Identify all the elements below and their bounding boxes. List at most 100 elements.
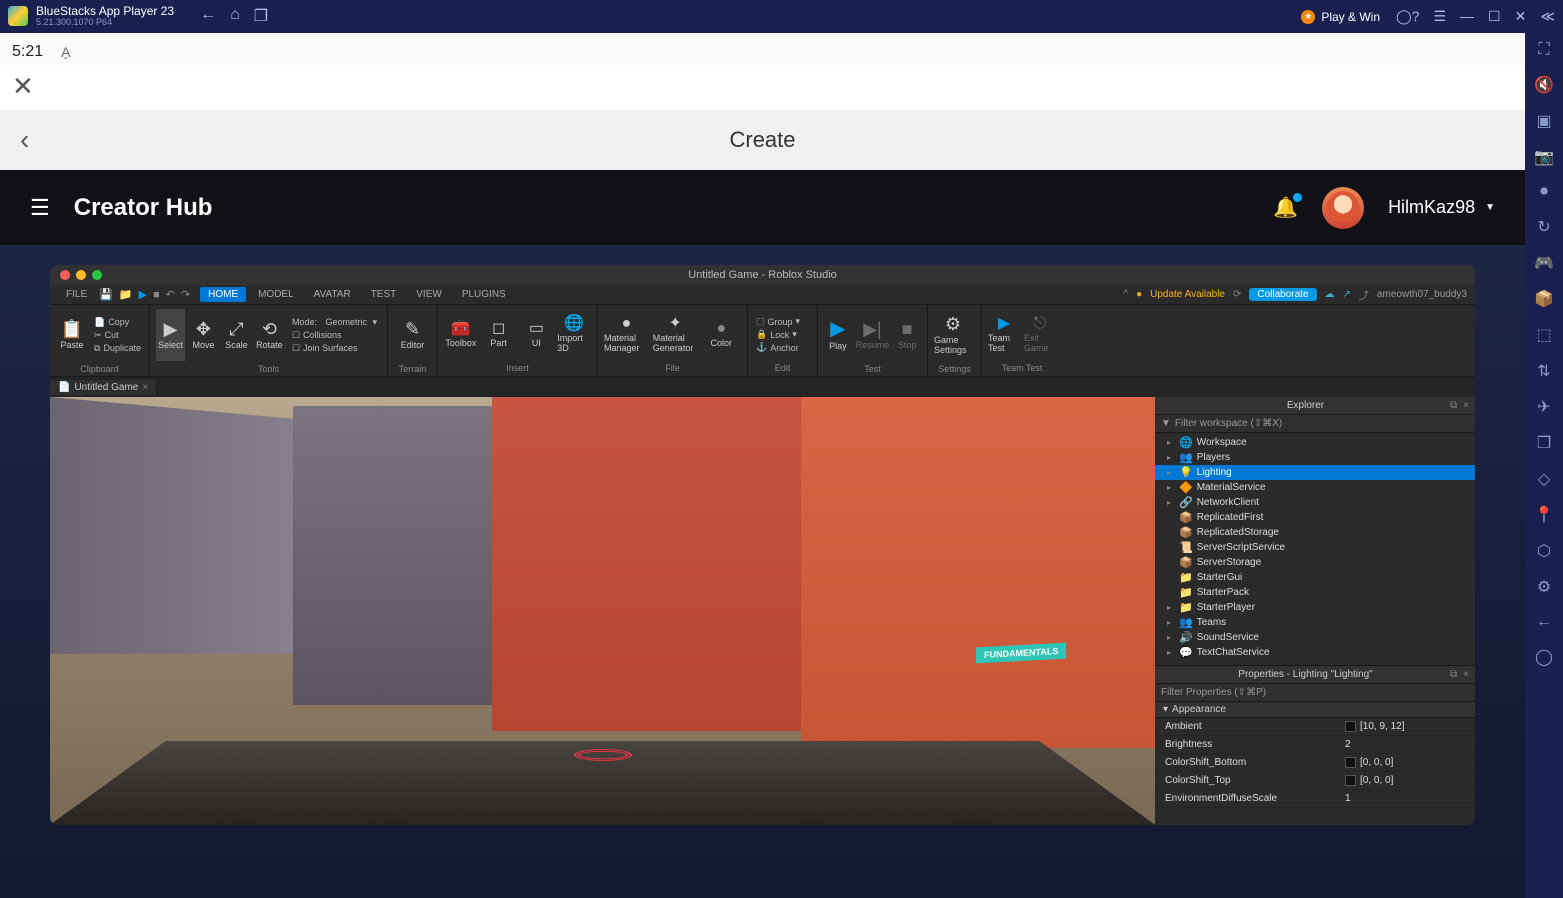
ui-button[interactable]: ▭UI: [520, 321, 554, 348]
mode-dropdown[interactable]: Mode: Geometric ▾: [292, 317, 377, 328]
refresh-icon[interactable]: ⟳: [1233, 289, 1241, 300]
tree-item-lighting[interactable]: ▸💡Lighting: [1155, 465, 1475, 480]
play-icon[interactable]: ▶: [139, 288, 147, 301]
undock-icon[interactable]: ⧉: [1450, 669, 1457, 680]
property-value[interactable]: 1: [1345, 793, 1465, 804]
undo-icon[interactable]: ↶: [166, 288, 175, 301]
tree-caret-icon[interactable]: ▸: [1167, 453, 1175, 462]
tree-item-starterpack[interactable]: 📁StarterPack: [1155, 585, 1475, 600]
home-nav-icon[interactable]: ◯: [1535, 647, 1553, 667]
collapse-icon[interactable]: ≪: [1540, 8, 1555, 25]
close-icon[interactable]: ✕: [12, 71, 34, 101]
cut-button[interactable]: ✂ Cut: [94, 330, 141, 341]
mac-minimize-icon[interactable]: [76, 270, 86, 280]
color-button[interactable]: ●Color: [702, 321, 741, 348]
volume-icon[interactable]: 🔇: [1534, 75, 1554, 95]
explorer-filter-input[interactable]: ▼Filter workspace (⇧⌘X): [1155, 415, 1475, 433]
material-generator-button[interactable]: ✦Material Generator: [653, 316, 698, 353]
tree-caret-icon[interactable]: ▸: [1167, 648, 1175, 657]
sync-icon[interactable]: ↗: [1343, 289, 1351, 300]
join-surfaces-toggle[interactable]: ☐ Join Surfaces: [292, 343, 377, 354]
property-row-ambient[interactable]: Ambient[10, 9, 12]: [1155, 718, 1475, 736]
menu-icon[interactable]: ☰: [1433, 8, 1446, 25]
tree-item-workspace[interactable]: ▸🌐Workspace: [1155, 435, 1475, 450]
select-tool[interactable]: ▶Select: [156, 309, 185, 361]
notifications-icon[interactable]: 🔔: [1273, 195, 1298, 220]
group-button[interactable]: ⬚ Group ▾: [756, 316, 800, 327]
collaborate-button[interactable]: Collaborate: [1249, 288, 1316, 301]
tree-item-materialservice[interactable]: ▸🔶MaterialService: [1155, 480, 1475, 495]
save-icon[interactable]: 💾: [99, 288, 113, 301]
folder-icon[interactable]: 📁: [119, 288, 133, 301]
team-test-button[interactable]: ▶Team Test: [988, 316, 1020, 353]
nav-recent-icon[interactable]: ❐: [254, 6, 268, 26]
menu-home[interactable]: HOME: [200, 287, 246, 302]
tree-item-replicatedfirst[interactable]: 📦ReplicatedFirst: [1155, 510, 1475, 525]
menu-file[interactable]: FILE: [58, 287, 95, 302]
sync-icon[interactable]: ⇅: [1537, 361, 1550, 381]
anchor-button[interactable]: ⚓ Anchor: [756, 342, 800, 353]
tree-caret-icon[interactable]: ▸: [1167, 498, 1175, 507]
tab-close-icon[interactable]: ×: [142, 382, 148, 393]
settings-icon[interactable]: ⚙: [1537, 577, 1551, 597]
property-row-environmentdiffusescale[interactable]: EnvironmentDiffuseScale1: [1155, 790, 1475, 808]
caret-up-icon[interactable]: ^: [1123, 289, 1128, 300]
tree-item-textchatservice[interactable]: ▸💬TextChatService: [1155, 645, 1475, 660]
viewport-3d[interactable]: FUNDAMENTALS: [50, 397, 1155, 825]
back-icon[interactable]: ‹: [20, 124, 29, 156]
stop-button[interactable]: ■Stop: [893, 309, 921, 361]
tree-item-replicatedstorage[interactable]: 📦ReplicatedStorage: [1155, 525, 1475, 540]
menu-test[interactable]: TEST: [363, 287, 405, 302]
property-value[interactable]: [0, 0, 0]: [1345, 775, 1465, 786]
keyboard-icon[interactable]: ▣: [1536, 111, 1551, 131]
tree-item-players[interactable]: ▸👥Players: [1155, 450, 1475, 465]
tree-caret-icon[interactable]: ▸: [1167, 483, 1175, 492]
play-and-win-button[interactable]: ★ Play & Win: [1301, 10, 1380, 24]
nav-back-icon[interactable]: ←: [200, 6, 216, 26]
redo-icon[interactable]: ↷: [181, 288, 190, 301]
property-value[interactable]: 2: [1345, 739, 1465, 750]
apk-icon[interactable]: 📦: [1534, 289, 1554, 309]
stop-icon[interactable]: ■: [153, 289, 160, 301]
minimize-icon[interactable]: —: [1460, 8, 1474, 25]
play-button[interactable]: ▶Play: [824, 309, 852, 361]
collisions-toggle[interactable]: ☐ Collisions: [292, 330, 377, 341]
avatar[interactable]: [1322, 187, 1364, 229]
tree-caret-icon[interactable]: ▸: [1167, 468, 1175, 477]
properties-filter-input[interactable]: Filter Properties (⇧⌘P): [1155, 684, 1475, 702]
back-nav-icon[interactable]: ←: [1536, 613, 1552, 631]
resume-button[interactable]: ▶|Resume: [856, 309, 890, 361]
update-available[interactable]: Update Available: [1150, 289, 1225, 300]
tree-caret-icon[interactable]: ▸: [1167, 438, 1175, 447]
exit-game-button[interactable]: ⎋Exit Game: [1024, 316, 1056, 353]
tree-item-serverscriptservice[interactable]: 📜ServerScriptService: [1155, 540, 1475, 555]
duplicate-button[interactable]: ⧉ Duplicate: [94, 343, 141, 354]
mac-maximize-icon[interactable]: [92, 270, 102, 280]
history-icon[interactable]: ↻: [1537, 217, 1550, 237]
tree-item-serverstorage[interactable]: 📦ServerStorage: [1155, 555, 1475, 570]
nav-home-icon[interactable]: ⌂: [230, 6, 240, 26]
multi-instance-icon[interactable]: ❐: [1537, 433, 1551, 453]
panel-close-icon[interactable]: ×: [1463, 669, 1469, 680]
property-row-colorshift_bottom[interactable]: ColorShift_Bottom[0, 0, 0]: [1155, 754, 1475, 772]
property-row-colorshift_top[interactable]: ColorShift_Top[0, 0, 0]: [1155, 772, 1475, 790]
copy-button[interactable]: 📄 Copy: [94, 317, 141, 328]
camera-icon[interactable]: 📷: [1534, 147, 1554, 167]
close-window-icon[interactable]: ✕: [1515, 8, 1527, 25]
tree-item-teams[interactable]: ▸👥Teams: [1155, 615, 1475, 630]
username-dropdown[interactable]: HilmKaz98 ▼: [1388, 197, 1495, 218]
scale-tool[interactable]: ⤢Scale: [222, 309, 251, 361]
menu-model[interactable]: MODEL: [250, 287, 302, 302]
document-tab[interactable]: 📄 Untitled Game ×: [50, 380, 157, 395]
property-value[interactable]: [0, 0, 0]: [1345, 757, 1465, 768]
fullscreen-icon[interactable]: ⛶: [1538, 41, 1549, 59]
help-icon[interactable]: ◯?: [1396, 8, 1419, 25]
gamepad-icon[interactable]: 🎮: [1534, 253, 1554, 273]
rotate-tool[interactable]: ⟲Rotate: [255, 309, 284, 361]
airplane-icon[interactable]: ✈: [1537, 397, 1550, 417]
menu-avatar[interactable]: AVATAR: [306, 287, 359, 302]
record-icon[interactable]: ⏺: [1540, 183, 1548, 201]
macro-icon[interactable]: ◇: [1538, 469, 1550, 489]
material-manager-button[interactable]: ●Material Manager: [604, 316, 649, 353]
panel-close-icon[interactable]: ×: [1463, 400, 1469, 411]
